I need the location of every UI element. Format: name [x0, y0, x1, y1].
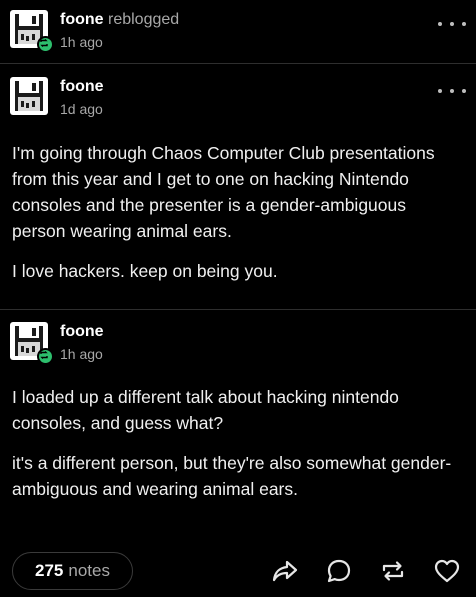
post-footer: 275 notes	[0, 550, 476, 594]
notes-count: 275	[35, 561, 64, 580]
reblog-header: foone reblogged 1h ago	[10, 10, 466, 53]
username[interactable]: foone	[60, 322, 104, 342]
avatar[interactable]	[10, 77, 48, 115]
post-actions	[270, 556, 462, 586]
floppy-disk-icon	[12, 79, 46, 113]
divider	[0, 309, 476, 310]
more-options-icon[interactable]	[438, 18, 466, 30]
post-paragraph: it's a different person, but they're als…	[12, 453, 452, 499]
timestamp[interactable]: 1h ago	[60, 345, 104, 363]
reblog-action-label: reblogged	[108, 11, 180, 28]
timestamp[interactable]: 1h ago	[60, 33, 179, 51]
post-paragraph: I'm going through Chaos Computer Club pr…	[12, 143, 435, 241]
share-icon[interactable]	[270, 556, 300, 586]
notes-label: notes	[68, 561, 110, 580]
username[interactable]: foone	[60, 11, 104, 28]
post-header: foone 1d ago	[10, 77, 466, 117]
post-paragraph: I loaded up a different talk about hacki…	[12, 387, 399, 433]
username[interactable]: foone	[60, 77, 104, 97]
divider	[0, 63, 476, 64]
reply-icon[interactable]	[324, 556, 354, 586]
reblog-icon[interactable]	[378, 556, 408, 586]
like-icon[interactable]	[432, 556, 462, 586]
post-header: foone 1h ago	[10, 322, 466, 365]
reblog-meta: foone reblogged 1h ago	[60, 10, 179, 51]
avatar[interactable]	[10, 322, 54, 365]
notes-button[interactable]: 275 notes	[12, 552, 133, 590]
more-options-icon[interactable]	[438, 85, 466, 97]
timestamp[interactable]: 1d ago	[60, 100, 104, 118]
post-body: I'm going through Chaos Computer Club pr…	[12, 140, 462, 298]
reblog-badge-icon	[37, 36, 54, 53]
post-meta: foone 1h ago	[60, 322, 104, 363]
post-paragraph: I love hackers. keep on being you.	[12, 261, 278, 281]
avatar[interactable]	[10, 10, 54, 53]
post-body: I loaded up a different talk about hacki…	[12, 384, 462, 516]
reblog-badge-icon	[37, 348, 54, 365]
post-meta: foone 1d ago	[60, 77, 104, 118]
